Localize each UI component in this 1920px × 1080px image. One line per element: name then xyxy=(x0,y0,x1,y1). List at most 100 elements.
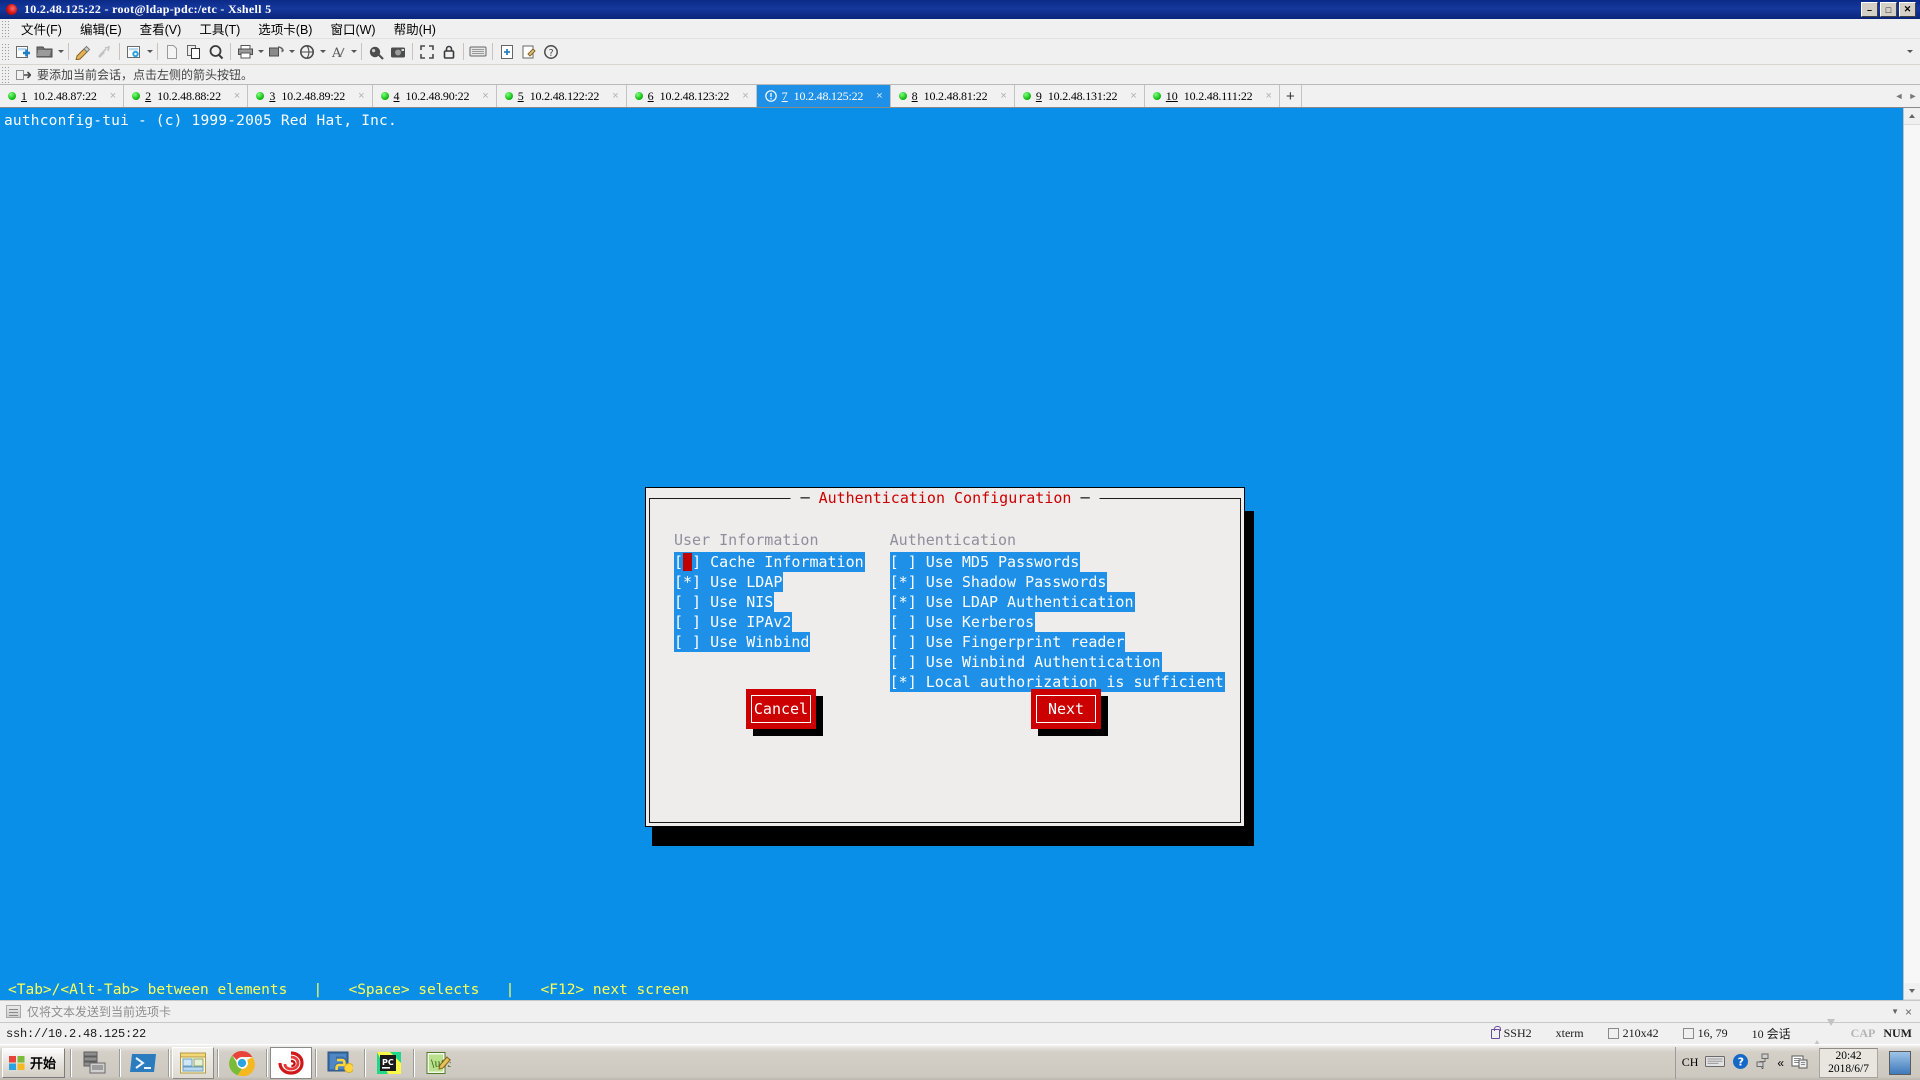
help-icon[interactable]: ? xyxy=(540,41,562,63)
taskbar-app-notepadpp[interactable]: \u03a0++ xyxy=(417,1047,459,1079)
properties-icon[interactable] xyxy=(72,41,94,63)
tab-3[interactable]: 3 10.2.48.89:22 × xyxy=(248,85,373,107)
transfer-icon[interactable] xyxy=(265,41,287,63)
show-desktop-button[interactable] xyxy=(1889,1050,1911,1075)
tab-8[interactable]: 8 10.2.48.81:22 × xyxy=(890,85,1015,107)
taskbar-app-python[interactable] xyxy=(319,1047,361,1079)
checkbox-cache-information[interactable]: [ ] Cache Information xyxy=(674,552,865,572)
tab-close-icon[interactable]: × xyxy=(1130,90,1136,102)
add-note-icon[interactable] xyxy=(496,41,518,63)
checkbox-use-ldap[interactable]: [*] Use LDAP xyxy=(674,572,865,592)
network-icon[interactable] xyxy=(1756,1053,1770,1072)
disconnect-icon[interactable] xyxy=(94,41,116,63)
add-session-arrow-icon[interactable] xyxy=(16,68,32,82)
taskbar-app-powershell[interactable] xyxy=(123,1047,165,1079)
print-dropdown-icon[interactable] xyxy=(256,41,265,63)
toolbar-overflow-icon[interactable] xyxy=(1905,41,1914,63)
taskbar-app-chrome[interactable] xyxy=(221,1047,263,1079)
tab-close-icon[interactable]: × xyxy=(612,90,618,102)
minimize-button[interactable]: – xyxy=(1861,2,1878,17)
tab-7[interactable]: 7 10.2.48.125:22 × xyxy=(756,85,891,107)
compose-icon[interactable] xyxy=(518,41,540,63)
menu-window[interactable]: 窗口(W) xyxy=(321,17,384,40)
taskbar-app-xshell[interactable] xyxy=(270,1046,313,1079)
taskbar-app-pycharm[interactable]: PC xyxy=(368,1047,410,1079)
checkbox-use-shadow-passwords[interactable]: [*] Use Shadow Passwords xyxy=(889,572,1225,592)
session-settings-dropdown-icon[interactable] xyxy=(145,41,154,63)
tab-9[interactable]: 9 10.2.48.131:22 × xyxy=(1014,85,1145,107)
taskbar-app-file-explorer[interactable] xyxy=(172,1046,215,1079)
tab-close-icon[interactable]: × xyxy=(110,90,116,102)
keyboard-icon[interactable] xyxy=(467,41,489,63)
transfer-dropdown-icon[interactable] xyxy=(287,41,296,63)
maximize-button[interactable]: □ xyxy=(1880,2,1897,17)
toolbar-gripper[interactable] xyxy=(2,43,9,60)
terminal-scrollbar[interactable] xyxy=(1903,108,1920,1000)
action-center-icon[interactable] xyxy=(1791,1053,1808,1073)
checkbox-use-ldap-authentication[interactable]: [*] Use LDAP Authentication xyxy=(889,592,1225,612)
menu-file[interactable]: 文件(F) xyxy=(12,17,71,40)
taskbar-clock[interactable]: 20:42 2018/6/7 xyxy=(1819,1047,1878,1078)
tray-language-indicator[interactable]: CH xyxy=(1682,1055,1699,1070)
start-button[interactable]: 开始 xyxy=(2,1047,66,1078)
tab-2[interactable]: 2 10.2.48.88:22 × xyxy=(124,85,249,107)
checkbox-use-md5-passwords[interactable]: [ ] Use MD5 Passwords xyxy=(889,552,1225,572)
scroll-up-icon[interactable] xyxy=(1904,108,1920,125)
send-bar-caret-icon[interactable]: ▼ xyxy=(1891,1007,1899,1016)
open-folder-icon[interactable] xyxy=(34,41,56,63)
menu-tools[interactable]: 工具(T) xyxy=(190,17,249,40)
tab-scroll-left-icon[interactable]: ◄ xyxy=(1892,85,1906,107)
tab-10[interactable]: 10 10.2.48.111:22 × xyxy=(1144,85,1280,107)
find-icon[interactable] xyxy=(205,41,227,63)
terminal-screen[interactable]: authconfig-tui - (c) 1999-2005 Red Hat, … xyxy=(0,108,1903,1000)
menu-gripper[interactable] xyxy=(2,20,9,37)
new-file-icon[interactable] xyxy=(161,41,183,63)
menu-help[interactable]: 帮助(H) xyxy=(385,17,445,40)
menu-tabs[interactable]: 选项卡(B) xyxy=(249,17,321,40)
tab-6[interactable]: 6 10.2.48.123:22 × xyxy=(626,85,757,107)
next-button[interactable]: Next xyxy=(1031,689,1101,729)
scroll-track[interactable] xyxy=(1904,125,1920,983)
checkbox-use-fingerprint-reader[interactable]: [ ] Use Fingerprint reader xyxy=(889,632,1225,652)
highlight-icon[interactable] xyxy=(365,41,387,63)
new-session-icon[interactable] xyxy=(12,41,34,63)
cancel-button[interactable]: Cancel xyxy=(746,689,816,729)
send-bar-close-icon[interactable]: × xyxy=(1905,1005,1912,1019)
tab-close-icon[interactable]: × xyxy=(1000,90,1006,102)
menu-view[interactable]: 查看(V) xyxy=(131,17,191,40)
open-folder-dropdown-icon[interactable] xyxy=(56,41,65,63)
fullscreen-icon[interactable] xyxy=(416,41,438,63)
font-icon[interactable]: A xyxy=(327,41,349,63)
tab-close-icon[interactable]: × xyxy=(742,90,748,102)
tab-close-icon[interactable]: × xyxy=(482,90,488,102)
tab-close-icon[interactable]: × xyxy=(234,90,240,102)
print-icon[interactable] xyxy=(234,41,256,63)
close-button[interactable]: ✕ xyxy=(1899,2,1916,17)
checkbox-use-winbind-authentication[interactable]: [ ] Use Winbind Authentication xyxy=(889,652,1225,672)
sftp-icon[interactable] xyxy=(296,41,318,63)
sftp-dropdown-icon[interactable] xyxy=(318,41,327,63)
tab-1[interactable]: 1 10.2.48.87:22 × xyxy=(0,85,125,107)
tab-scroll-right-icon[interactable]: ► xyxy=(1906,85,1920,107)
help-icon[interactable]: ? xyxy=(1732,1053,1749,1073)
checkbox-use-nis[interactable]: [ ] Use NIS xyxy=(674,592,865,612)
copy-icon[interactable] xyxy=(183,41,205,63)
tab-5[interactable]: 5 10.2.48.122:22 × xyxy=(496,85,627,107)
tab-close-icon[interactable]: × xyxy=(876,90,882,102)
tab-close-icon[interactable]: × xyxy=(358,90,364,102)
show-hidden-icons-button[interactable]: « xyxy=(1777,1056,1784,1070)
checkbox-use-ipav2[interactable]: [ ] Use IPAv2 xyxy=(674,612,865,632)
tab-4[interactable]: 4 10.2.48.90:22 × xyxy=(372,85,497,107)
checkbox-use-kerberos[interactable]: [ ] Use Kerberos xyxy=(889,612,1225,632)
checkbox-use-winbind[interactable]: [ ] Use Winbind xyxy=(674,632,865,652)
lock-icon[interactable] xyxy=(438,41,460,63)
keyboard-icon[interactable] xyxy=(1705,1055,1726,1071)
menu-edit[interactable]: 编辑(E) xyxy=(71,17,131,40)
screenshot-icon[interactable] xyxy=(387,41,409,63)
font-dropdown-icon[interactable] xyxy=(349,41,358,63)
new-tab-button[interactable]: + xyxy=(1280,85,1302,107)
taskbar-app-server-manager[interactable] xyxy=(74,1047,116,1079)
scroll-down-icon[interactable] xyxy=(1904,983,1920,1000)
session-settings-icon[interactable] xyxy=(123,41,145,63)
hintbar-gripper[interactable] xyxy=(2,66,9,83)
